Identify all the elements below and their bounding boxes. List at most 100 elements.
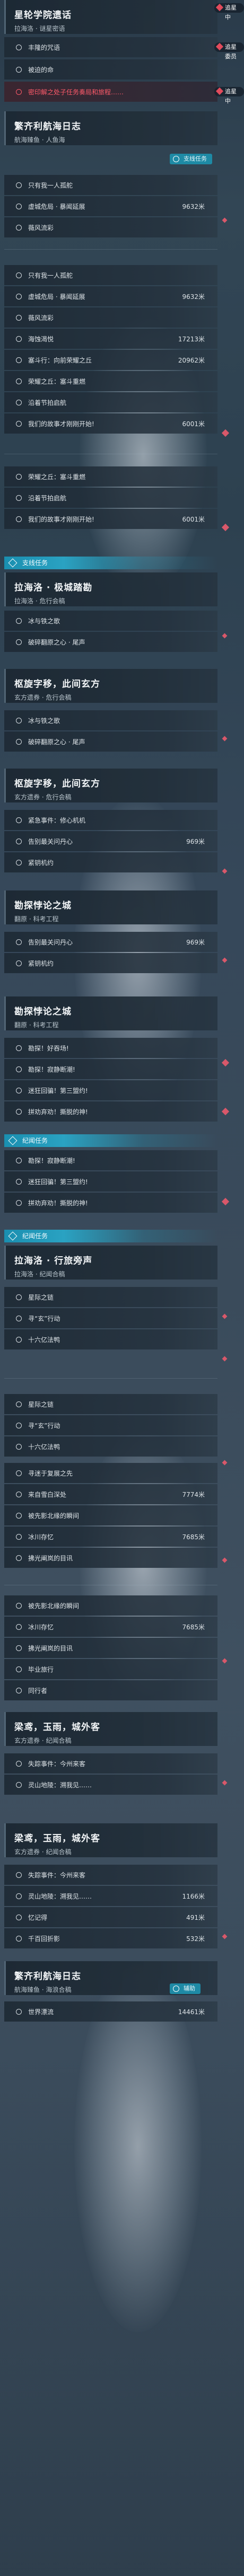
quest-group-header[interactable]: 勘探悖论之城 翻原 · 科考工程 — [4, 890, 217, 924]
quest-item[interactable]: 荣耀之丘：塞斗重燃 — [4, 466, 217, 487]
quest-item[interactable]: 拂光阐岚的目讯 — [4, 1548, 217, 1568]
quest-item[interactable]: 薇风流彩 — [4, 307, 217, 328]
circle-icon — [16, 66, 22, 73]
diamond-icon — [215, 3, 224, 12]
quest-item[interactable]: 我们的故事才刚刚开始! 6001米 — [4, 509, 217, 529]
quest-item[interactable]: 世界漂流 14461米 — [4, 2001, 217, 2022]
quest-group-header[interactable]: 梁鸢，玉雨，城外客 玄方遗券 · 纪闻合稿 — [4, 1712, 217, 1746]
quest-item[interactable]: 同行者 — [4, 1680, 217, 1700]
circle-icon — [16, 1045, 22, 1051]
circle-icon — [16, 1666, 22, 1672]
quest-item[interactable]: 塞斗行：向前荣耀之丘 20962米 — [4, 350, 217, 370]
quest-item[interactable]: 冰与铁之歌 — [4, 611, 217, 631]
section-header-side-quests: 支线任务 — [4, 557, 217, 569]
follow-badge[interactable]: 追星委员 — [214, 42, 244, 60]
quest-item[interactable]: 海蚀渴悦 17213米 — [4, 329, 217, 349]
quest-group-header[interactable]: 星轮学院遗话 拉海洛 · 谜星密语 — [4, 0, 217, 34]
quest-group-header[interactable]: 繁齐利航海日志 航海臻鱼 · 人鱼海 — [4, 111, 217, 145]
quest-item[interactable]: 十六亿法鸭 — [4, 1436, 217, 1457]
quest-item[interactable]: 失踪事件：今州来客 — [4, 1865, 217, 1885]
distance-label: 20962米 — [178, 356, 205, 364]
quest-item[interactable]: 灵山地陵：溯我见…… — [4, 1775, 217, 1795]
quest-item[interactable]: 勘探！寂静断潮! — [4, 1150, 217, 1170]
quest-group-title: 星轮学院遗话 — [14, 10, 72, 21]
quest-item[interactable]: 迷狂回骗！第三盟约! — [4, 1080, 217, 1100]
quest-group-title: 梁鸢，玉雨，城外客 — [14, 1833, 100, 1844]
follow-badge[interactable]: 追星中 — [214, 87, 244, 104]
diamond-icon — [215, 87, 224, 95]
quest-item[interactable]: 忆记得 491米 — [4, 1907, 217, 1927]
quest-item[interactable]: 只有我一人孤舵 — [4, 175, 217, 195]
quest-item[interactable]: 来自雪白深处 7774米 — [4, 1484, 217, 1504]
circle-icon — [16, 293, 22, 299]
quest-item[interactable]: 勘探！寂静断潮! — [4, 1059, 217, 1079]
quest-item[interactable]: 冰与铁之歌 — [4, 710, 217, 730]
quest-item[interactable]: 拼劝弃劝！撕脱的神! — [4, 1101, 217, 1122]
circle-icon — [16, 314, 22, 321]
quest-item[interactable]: 毕业旅行 — [4, 1659, 217, 1679]
circle-icon — [16, 1555, 22, 1561]
quest-item[interactable]: 薇风流彩 — [4, 217, 217, 237]
quest-item[interactable]: 虚城危局 · 暴闻延展 9632米 — [4, 286, 217, 306]
quest-type-badge: 支线任务 — [170, 154, 212, 164]
quest-item[interactable]: 荣耀之丘：塞斗重燃 — [4, 371, 217, 391]
quest-group-subtitle: 拉海洛 · 谜星密语 — [14, 25, 65, 32]
distance-label: 17213米 — [178, 335, 205, 343]
location-marker-icon — [221, 429, 230, 437]
quest-group-title: 拉海洛 · 行旅旁声 — [14, 1256, 93, 1266]
quest-item[interactable]: 告别最关问丹心 969米 — [4, 932, 217, 952]
quest-item[interactable]: 寻迷于复展之先 — [4, 1463, 217, 1483]
quest-item[interactable]: 十六亿法鸭 — [4, 1329, 217, 1349]
quest-item[interactable]: 只有我一人孤舵 — [4, 265, 217, 285]
quest-item[interactable]: 拼劝弃劝！撕脱的神! — [4, 1193, 217, 1213]
quest-item[interactable]: 破碎翻原之心 · 尾声 — [4, 731, 217, 752]
quest-item[interactable]: 星际之链 — [4, 1394, 217, 1414]
distance-label: 7685米 — [182, 1623, 205, 1631]
quest-group-header[interactable]: 拉海洛 · 极城踏勘 拉海洛 · 危行会稿 — [4, 572, 217, 606]
quest-item[interactable]: 迷狂回骗！第三盟约! — [4, 1171, 217, 1192]
location-marker-icon — [222, 1934, 228, 1939]
quest-item[interactable]: 勘探！好吞场! — [4, 1038, 217, 1058]
location-marker-icon — [222, 1780, 228, 1786]
circle-icon — [16, 89, 22, 95]
quest-item[interactable]: 我们的故事才刚刚开始! 6001米 — [4, 413, 217, 434]
quest-item[interactable]: 星际之链 — [4, 1287, 217, 1307]
quest-group-header[interactable]: 勘探悖论之城 翻原 · 科考工程 — [4, 996, 217, 1030]
quest-item[interactable]: 灵山地陵：溯我见…… 1166米 — [4, 1886, 217, 1906]
quest-diamond-icon — [8, 1136, 18, 1145]
quest-item[interactable]: 被先影北缘的瞬间 — [4, 1505, 217, 1525]
quest-diamond-icon — [8, 558, 18, 568]
quest-item[interactable]: 寻“玄”行动 — [4, 1308, 217, 1328]
quest-item[interactable]: 寻“玄”行动 — [4, 1415, 217, 1435]
quest-item[interactable]: 丰隆的咒语 — [4, 37, 217, 57]
quest-group-header[interactable]: 枢旋字移，此间玄方 玄方遗券 · 危行会稿 — [4, 769, 217, 802]
quest-item[interactable]: 告别最关问丹心 969米 — [4, 831, 217, 851]
quest-item[interactable]: 紧钥机约 — [4, 953, 217, 973]
quest-item[interactable]: 被先影北缘的瞬间 — [4, 1595, 217, 1616]
circle-icon — [16, 1645, 22, 1651]
quest-group-title: 梁鸢，玉雨，城外客 — [14, 1722, 100, 1733]
quest-item[interactable]: 冰川存忆 7685米 — [4, 1617, 217, 1637]
circle-icon — [16, 1533, 22, 1540]
quest-group-header[interactable]: 梁鸢，玉雨，城外客 玄方遗券 · 纪闻合稿 — [4, 1823, 217, 1857]
circle-icon — [16, 1602, 22, 1609]
quest-item[interactable]: 失踪事件：今州来客 — [4, 1753, 217, 1774]
circle-icon — [16, 838, 22, 844]
circle-icon — [16, 378, 22, 384]
follow-badge[interactable]: 追星中 — [214, 3, 244, 21]
quest-item[interactable]: 沿着节拍启航 — [4, 488, 217, 508]
quest-item[interactable]: 千百回折影 532米 — [4, 1928, 217, 1948]
quest-item-alert[interactable]: 密印解之处子任务奏局和旅程…… — [4, 82, 217, 102]
quest-item[interactable]: 虚城危局 · 暴闻延展 9632米 — [4, 196, 217, 216]
quest-item[interactable]: 紧钥机约 — [4, 852, 217, 872]
quest-group-header[interactable]: 枢旋字移，此间玄方 玄方遗券 · 危行会稿 — [4, 669, 217, 703]
quest-item[interactable]: 冰川存忆 7685米 — [4, 1527, 217, 1547]
quest-group-header[interactable]: 拉海洛 · 行旅旁声 拉海洛 · 纪闻合稿 — [4, 1246, 217, 1280]
quest-item[interactable]: 紧急事件：修心机机 — [4, 810, 217, 830]
quest-item[interactable]: 破碎翻原之心 · 尾声 — [4, 632, 217, 652]
location-marker-icon — [222, 957, 228, 963]
quest-item[interactable]: 被迫的命 — [4, 59, 217, 80]
circle-icon — [16, 817, 22, 823]
quest-item[interactable]: 拂光阐岚的目讯 — [4, 1638, 217, 1658]
quest-item[interactable]: 沿着节拍启航 — [4, 392, 217, 412]
